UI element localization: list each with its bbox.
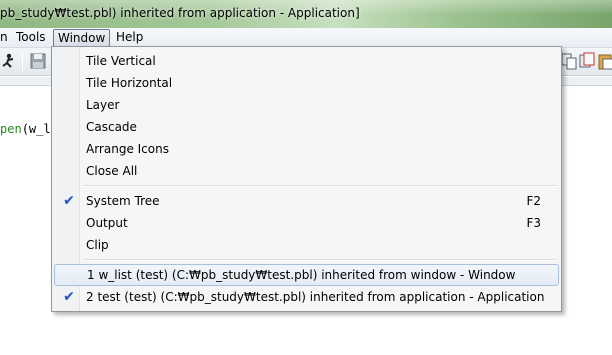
checkmark-icon: ✔ — [63, 289, 75, 305]
menu-window[interactable]: Window — [53, 29, 111, 47]
menu-item-system-tree[interactable]: ✔ System Tree F2 — [54, 190, 559, 212]
menu-item-label: Arrange Icons — [86, 142, 169, 156]
code-keyword: pen — [0, 122, 22, 136]
duplicate-icon[interactable] — [578, 52, 596, 70]
menu-item-tile-horizontal[interactable]: Tile Horizontal — [54, 72, 559, 94]
copy-icon[interactable] — [560, 52, 578, 70]
save-icon[interactable] — [29, 52, 47, 70]
menu-item-label: Close All — [86, 164, 138, 178]
menu-separator — [83, 259, 557, 261]
menu-item-label: System Tree — [86, 194, 160, 208]
menu-item-label: Tile Vertical — [86, 54, 156, 68]
menu-item-arrange-icons[interactable]: Arrange Icons — [54, 138, 559, 160]
menu-item-label: Cascade — [86, 120, 137, 134]
window-menu-dropdown: Tile Vertical Tile Horizontal Layer Casc… — [51, 46, 562, 312]
menu-partial[interactable]: n — [0, 29, 12, 47]
title-bar: pb_study₩test.pbl) inherited from applic… — [0, 0, 612, 28]
menu-item-window-1[interactable]: 1 w_list (test) (C:₩pb_study₩test.pbl) i… — [54, 264, 559, 286]
menu-separator — [83, 185, 557, 187]
menu-item-shortcut: F2 — [526, 194, 541, 208]
menu-item-label: Layer — [86, 98, 120, 112]
menu-bar: n Tools Window Help — [0, 28, 612, 48]
menu-item-close-all[interactable]: Close All — [54, 160, 559, 182]
menu-item-layer[interactable]: Layer — [54, 94, 559, 116]
menu-item-label: Clip — [86, 238, 109, 252]
run-icon[interactable] — [0, 52, 18, 70]
menu-help[interactable]: Help — [112, 29, 147, 47]
menu-item-output[interactable]: Output F3 — [54, 212, 559, 234]
checkmark-icon: ✔ — [63, 193, 75, 209]
toolbar-separator — [22, 52, 23, 72]
menu-item-label: 2 test (test) (C:₩pb_study₩test.pbl) inh… — [86, 290, 545, 304]
menu-item-label: Tile Horizontal — [86, 76, 173, 90]
menu-item-shortcut: F3 — [526, 216, 541, 230]
menu-tools[interactable]: Tools — [12, 29, 50, 47]
paste-icon[interactable] — [597, 52, 612, 70]
menu-item-clip[interactable]: Clip — [54, 234, 559, 256]
menu-item-window-2[interactable]: ✔ 2 test (test) (C:₩pb_study₩test.pbl) i… — [54, 286, 559, 308]
menu-item-tile-vertical[interactable]: Tile Vertical — [54, 50, 559, 72]
menu-item-label: 1 w_list (test) (C:₩pb_study₩test.pbl) i… — [87, 268, 516, 282]
menu-item-label: Output — [86, 216, 128, 230]
window-title: pb_study₩test.pbl) inherited from applic… — [0, 6, 360, 20]
menu-item-cascade[interactable]: Cascade — [54, 116, 559, 138]
